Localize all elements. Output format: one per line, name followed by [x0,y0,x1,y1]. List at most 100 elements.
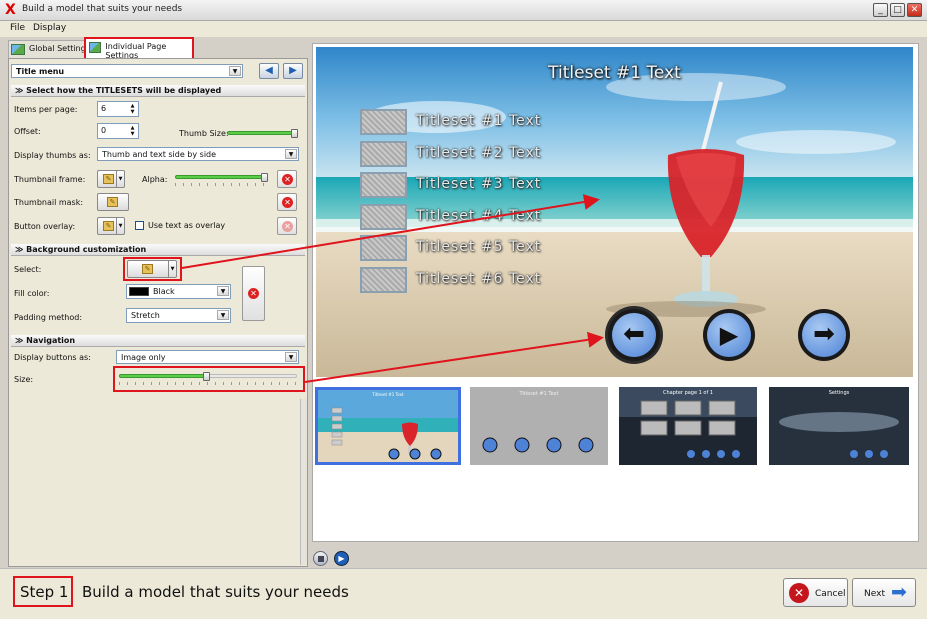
thumb-size-slider-handle[interactable] [291,129,298,138]
preview-item[interactable]: Titleset #6 Text [360,266,600,293]
panel-scrollbar[interactable] [300,399,307,565]
display-thumbs-label: Display thumbs as: [14,151,91,160]
preview-item[interactable]: Titleset #4 Text [360,203,600,230]
thumbnail-titleset-menu[interactable]: Titleset #1 Text [470,387,608,465]
collapse-chevron-icon: ≫ [15,336,24,345]
navigation-section-title: Navigation [26,336,76,345]
thumbnail-settings-menu[interactable]: Settings [769,387,909,465]
remove-button-overlay-button[interactable]: ✕ [277,217,297,235]
preview-item-thumbnail [360,266,407,293]
play-icon: ▶ [707,313,751,357]
items-per-page-label: Items per page: [14,105,78,114]
fill-color-dropdown[interactable]: Black ▼ [126,284,231,299]
settings-panel: Title menu ▼ ◀ ▶ ≫ Select how the TITLES… [8,58,308,567]
alpha-slider[interactable] [175,173,269,187]
preview-item[interactable]: Titleset #3 Text [360,172,600,198]
folder-image-icon: ✎ [103,221,114,231]
previous-page-button[interactable]: ◀ [259,63,279,79]
stop-icon [318,556,324,562]
chevron-down-icon[interactable]: ▼ [116,218,124,234]
next-page-button[interactable]: ▶ [283,63,303,79]
remove-icon: ✕ [248,288,259,299]
preview-previous-button[interactable]: ⬅ [608,309,660,361]
preview-item-thumbnail [360,109,407,135]
page-select-dropdown[interactable]: Title menu ▼ [11,64,243,78]
use-text-overlay-checkbox[interactable] [135,221,144,230]
offset-spinner[interactable]: 0 ▲ ▼ [97,123,139,139]
arrow-right-icon: ➡ [802,313,846,357]
tab-global-settings[interactable]: Global Settings [8,40,95,58]
thumbnail-title-menu[interactable]: Titleset #1 Text [315,387,461,465]
offset-label: Offset: [14,127,41,136]
alpha-slider-ticks [175,183,267,186]
preview-play-button[interactable]: ▶ [703,309,755,361]
thumbnail-image [769,387,909,465]
collapse-chevron-icon: ≫ [15,86,24,95]
navigation-section-header[interactable]: ≫ Navigation [11,335,305,347]
preview-item[interactable]: Titleset #1 Text [360,109,600,135]
thumbnail-frame-label: Thumbnail frame: [14,175,86,184]
remove-thumbnail-frame-button[interactable]: ✕ [277,170,297,188]
nav-size-slider-handle[interactable] [203,372,210,381]
thumbnail-mask-button[interactable]: ✎ [97,193,129,211]
thumbnail-chapter-menu[interactable]: Chapter page 1 of 1 [619,387,757,465]
display-thumbs-dropdown[interactable]: Thumb and text side by side ▼ [97,147,299,161]
alpha-slider-handle[interactable] [261,173,268,182]
spinner-arrows-icon[interactable]: ▲ ▼ [128,103,137,115]
preview-next-button[interactable]: ➡ [798,309,850,361]
alpha-slider-fill [175,175,265,179]
cancel-icon: ✕ [789,583,809,603]
chevron-down-icon[interactable]: ▼ [116,171,124,187]
menu-file[interactable]: File [10,23,25,33]
thumbnail-caption: Chapter page 1 of 1 [662,390,714,396]
cancel-button[interactable]: ✕ Cancel [783,578,848,607]
thumbnail-frame-button[interactable]: ✎ ▼ [97,170,125,188]
preview-item-label: Titleset #3 Text [416,176,542,192]
preview-item-thumbnail [360,203,407,230]
settings-page-icon [11,44,25,55]
items-per-page-spinner[interactable]: 6 ▲ ▼ [97,101,139,117]
remove-thumbnail-mask-button[interactable]: ✕ [277,193,297,211]
remove-icon: ✕ [282,197,293,208]
app-logo-icon: X [5,2,16,18]
folder-image-icon: ✎ [107,197,118,207]
padding-method-dropdown[interactable]: Stretch ▼ [126,308,231,323]
titlesets-section-header[interactable]: ≫ Select how the TITLESETS will be displ… [11,85,305,97]
padding-method-value: Stretch [131,311,160,320]
maximize-button[interactable]: □ [890,3,905,17]
arrow-right-icon: ➡ [891,581,907,603]
next-label: Next [864,589,885,599]
nav-size-slider[interactable] [119,372,299,386]
spinner-arrows-icon[interactable]: ▲ ▼ [128,125,137,137]
thumbnail-caption: Settings [828,390,850,396]
offset-value: 0 [101,126,107,135]
padding-method-label: Padding method: [14,313,83,322]
preview-play-toggle-button[interactable]: ▶ [334,551,349,566]
menu-display[interactable]: Display [33,23,66,33]
background-section-header[interactable]: ≫ Background customization [11,244,305,256]
thumb-size-slider[interactable] [227,129,299,139]
remove-background-button[interactable]: ✕ [242,266,265,321]
preview-item[interactable]: Titleset #2 Text [360,140,600,167]
chevron-down-icon: ▼ [285,149,297,159]
next-button[interactable]: Next ➡ [852,578,916,607]
display-thumbs-value: Thumb and text side by side [102,150,217,159]
close-window-button[interactable]: ✕ [907,3,922,17]
step-label: Step 1 [13,576,73,607]
background-select-button[interactable]: ✎ ▼ [127,260,177,278]
arrow-right-icon: ▶ [289,65,297,76]
chevron-down-icon[interactable]: ▼ [168,261,176,277]
background-section-title: Background customization [26,245,147,254]
display-buttons-dropdown[interactable]: Image only ▼ [116,350,299,364]
minimize-button[interactable]: _ [873,3,888,17]
menu-preview[interactable]: Titleset #1 Text Titleset #1 Text Titlese… [316,47,913,377]
remove-icon: ✕ [282,221,293,232]
folder-image-icon: ✎ [103,174,114,184]
alpha-label: Alpha: [142,175,168,184]
button-overlay-button[interactable]: ✎ ▼ [97,217,125,235]
title-bar: X Build a model that suits your needs _ … [0,0,927,21]
preview-stop-button[interactable] [313,551,328,566]
arrow-left-icon: ⬅ [612,313,656,357]
preview-item[interactable]: Titleset #5 Text [360,235,600,261]
folder-image-icon: ✎ [142,264,153,274]
